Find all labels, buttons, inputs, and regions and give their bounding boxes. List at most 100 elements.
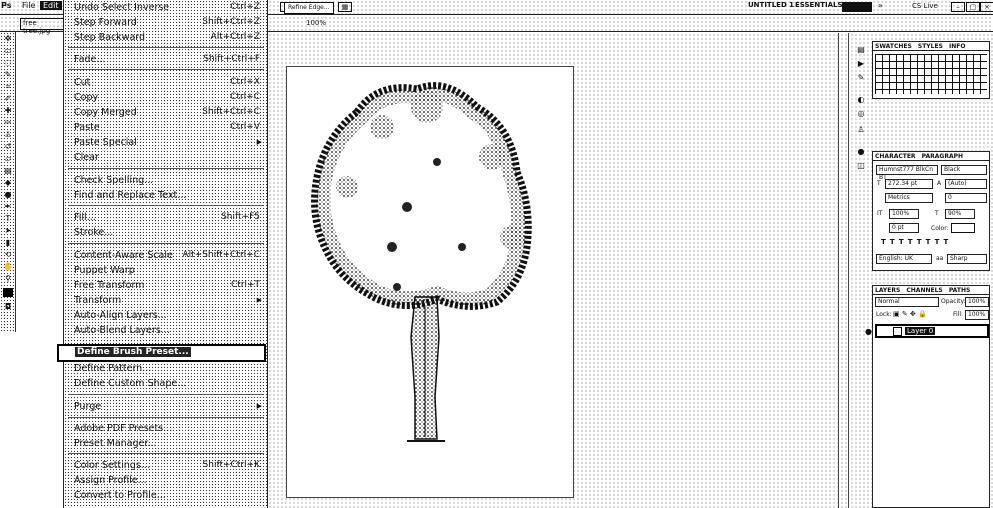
menu-item-fill[interactable]: Fill... Shift+F5 (72, 210, 264, 225)
menu-item-paste-special[interactable]: Paste Special ▶ (72, 135, 264, 150)
vertical-scale-field[interactable]: 100% (889, 209, 919, 219)
tab-paths[interactable]: PATHS (949, 287, 970, 294)
menu-item-clear[interactable]: Clear (72, 150, 264, 165)
history-brush-icon[interactable]: ↺ (3, 142, 13, 151)
menu-file[interactable]: File (22, 1, 35, 10)
menu-item-define-brush-preset[interactable]: Define Brush Preset... (57, 344, 266, 362)
menu-item-find-replace[interactable]: Find and Replace Text... (72, 188, 264, 203)
minimize-icon[interactable]: – (951, 2, 965, 12)
menu-item-auto-blend[interactable]: Auto-Blend Layers... (72, 323, 264, 338)
healing-brush-icon[interactable]: ✚ (3, 106, 13, 115)
menu-item-copy[interactable]: Copy Ctrl+C (72, 90, 264, 105)
eraser-tool-icon[interactable]: ▱ (3, 154, 13, 163)
tracking-field[interactable]: 0 (945, 193, 987, 203)
tab-styles[interactable]: STYLES (918, 43, 943, 50)
menu-item-preset-manager[interactable]: Preset Manager... (72, 436, 264, 451)
menu-item-auto-align[interactable]: Auto-Align Layers... (72, 308, 264, 323)
menu-item-copy-merged[interactable]: Copy Merged Shift+Ctrl+C (72, 105, 264, 120)
font-style-select[interactable]: Black (941, 165, 987, 175)
3d-tool-icon[interactable]: ⟲ (3, 250, 13, 259)
fill-field[interactable]: 100% (965, 310, 989, 320)
menu-item-transform[interactable]: Transform ▶ (72, 293, 264, 308)
path-select-icon[interactable]: ➤ (3, 226, 13, 235)
menu-edit[interactable]: Edit (40, 1, 62, 10)
zoom-tool-icon[interactable]: ⚲ (3, 274, 13, 283)
menu-item-pdf-presets[interactable]: Adobe PDF Presets... (72, 421, 264, 436)
language-select[interactable]: English: UK (876, 254, 932, 264)
type-tool-icon[interactable]: T (3, 214, 13, 223)
menu-item-undo[interactable]: Undo Select Inverse Ctrl+Z (72, 0, 264, 15)
menu-item-assign-profile[interactable]: Assign Profile... (72, 473, 264, 488)
gradient-tool-icon[interactable]: ▤ (3, 166, 13, 175)
lasso-tool-icon[interactable]: ◌ (3, 58, 13, 67)
menu-item-define-custom-shape[interactable]: Define Custom Shape... (72, 376, 264, 391)
document-tab[interactable]: free tree.jpg (20, 18, 64, 35)
menu-item-fade[interactable]: Fade... Shift+Ctrl+F (72, 52, 264, 67)
quick-mask-icon[interactable]: ◘ (3, 302, 13, 311)
tab-paragraph[interactable]: PARAGRAPH (922, 153, 963, 160)
font-family-select[interactable]: Humnst777 BlkCn BT (876, 165, 938, 181)
marquee-tool-icon[interactable]: ▭ (3, 46, 13, 55)
text-style-buttons[interactable]: TTTTTTTT (881, 238, 952, 246)
menu-item-content-aware-scale[interactable]: Content-Aware Scale Alt+Shift+Ctrl+C (72, 248, 264, 263)
chevron-right-icon[interactable]: » (878, 1, 883, 10)
brush-tool-icon[interactable]: ✏ (3, 118, 13, 127)
arrange-documents-icon[interactable]: ▦ (338, 2, 352, 12)
eye-icon[interactable]: ● (865, 327, 872, 336)
cs-live-button[interactable]: CS Live (912, 2, 938, 10)
shape-tool-icon[interactable]: ▮ (3, 238, 13, 247)
horizontal-scale-field[interactable]: 90% (945, 209, 975, 219)
refine-edge-button[interactable]: Refine Edge... (284, 2, 334, 14)
dodge-tool-icon[interactable]: ● (3, 190, 13, 199)
baseline-shift-field[interactable]: 0 pt (889, 223, 919, 233)
stamp-tool-icon[interactable]: ♙ (3, 130, 13, 139)
crop-tool-icon[interactable]: ⌗ (3, 82, 13, 91)
antialias-select[interactable]: Sharp (947, 254, 987, 264)
swatch-grid[interactable] (875, 54, 987, 94)
move-tool-icon[interactable]: ✥ (3, 34, 13, 43)
menu-item-puppet-warp[interactable]: Puppet Warp (72, 263, 264, 278)
history-icon[interactable]: ▤ (856, 45, 866, 54)
brush-icon[interactable]: ✎ (856, 73, 866, 82)
lock-icons[interactable]: ▣ ✎ ✥ 🔒 (893, 310, 927, 318)
text-color-swatch[interactable] (951, 223, 975, 233)
restore-icon[interactable]: ▢ (966, 2, 980, 12)
tab-channels[interactable]: CHANNELS (906, 287, 942, 294)
menu-item-purge[interactable]: Purge ▶ (72, 399, 264, 414)
menu-item-stroke[interactable]: Stroke... (72, 225, 264, 240)
close-icon[interactable]: × (980, 2, 993, 12)
masks-icon[interactable]: ◎ (856, 109, 866, 118)
quick-select-icon[interactable]: ✎ (3, 70, 13, 79)
menu-item-step-forward[interactable]: Step Forward Shift+Ctrl+Z (72, 15, 264, 30)
eyedropper-icon[interactable]: ✐ (3, 94, 13, 103)
blur-tool-icon[interactable]: ◆ (3, 178, 13, 187)
zoom-level[interactable]: 100% (306, 19, 326, 27)
workspace-untitled[interactable]: UNTITLED 1 (748, 1, 794, 9)
adjustments-icon[interactable]: ◐ (856, 95, 866, 104)
menu-item-check-spelling[interactable]: Check Spelling... (72, 173, 264, 188)
opacity-field[interactable]: 100% (965, 297, 989, 307)
layer-row[interactable]: ● Layer 0 (865, 324, 989, 338)
menu-item-cut[interactable]: Cut Ctrl+X (72, 75, 264, 90)
hand-tool-icon[interactable]: ✋ (3, 262, 13, 271)
tab-character[interactable]: CHARACTER (875, 153, 916, 160)
menu-item-convert-profile[interactable]: Convert to Profile... (72, 488, 264, 503)
workspace-essentials[interactable]: ESSENTIALS (795, 1, 843, 9)
document-canvas[interactable] (286, 66, 574, 498)
kerning-field[interactable]: Metrics (885, 193, 933, 203)
menu-item-step-backward[interactable]: Step Backward Alt+Ctrl+Z (72, 30, 264, 45)
workspace-active-button[interactable] (842, 2, 872, 12)
blend-mode-select[interactable]: Normal (875, 297, 939, 307)
color-icon[interactable]: ● (856, 147, 866, 156)
font-size-field[interactable]: 272.34 pt (885, 179, 933, 189)
menu-item-free-transform[interactable]: Free Transform Ctrl+T (72, 278, 264, 293)
navigator-icon[interactable]: ◫ (856, 161, 866, 170)
menu-item-define-pattern[interactable]: Define Pattern... (72, 361, 264, 376)
clone-source-icon[interactable]: ♙ (856, 125, 866, 134)
tab-info[interactable]: INFO (949, 43, 965, 50)
tab-layers[interactable]: LAYERS (875, 287, 900, 294)
actions-icon[interactable]: ▶ (856, 59, 866, 68)
menu-item-color-settings[interactable]: Color Settings... Shift+Ctrl+K (72, 458, 264, 473)
tab-swatches[interactable]: SWATCHES (875, 43, 912, 50)
leading-field[interactable]: (Auto) (945, 179, 987, 189)
